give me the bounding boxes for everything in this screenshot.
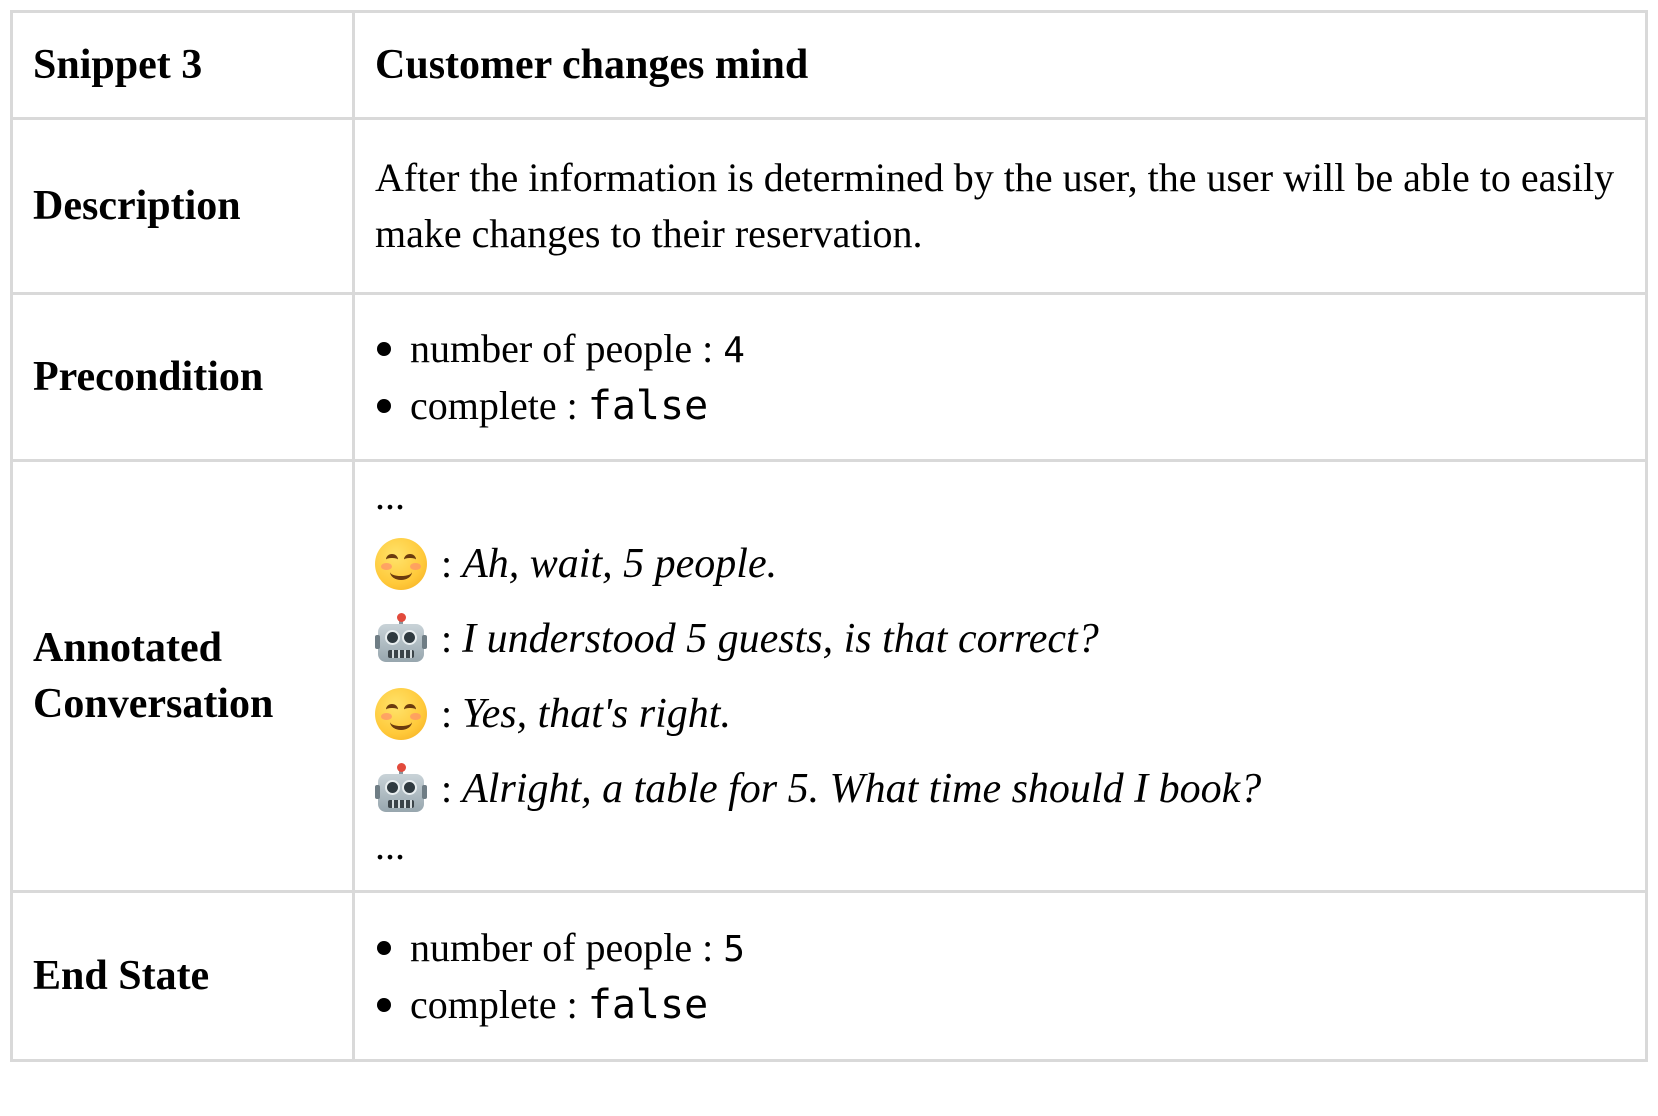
turn-sep: : [441, 615, 453, 661]
conversation-label-line2: Conversation [33, 681, 274, 727]
description-text: After the information is determined by t… [375, 155, 1615, 256]
description-row: Description After the information is det… [10, 117, 1648, 295]
ellipsis-bottom: ... [375, 823, 405, 868]
precondition-cell: number of people : 4 complete : false [352, 292, 1648, 462]
bullet-icon [377, 341, 391, 356]
precondition-item-complete: complete : false [375, 378, 1625, 434]
end-state-label: End State [33, 953, 210, 999]
snippet-label-cell: Snippet 3 [10, 10, 355, 120]
turn-text: I understood 5 guests, is that correct? [462, 615, 1099, 662]
description-label-cell: Description [10, 117, 355, 295]
item-value: 5 [723, 928, 745, 970]
turn-text: Alright, a table for 5. What time should… [462, 765, 1262, 812]
end-state-item-complete: complete : false [375, 977, 1625, 1033]
item-sep: : [702, 924, 714, 970]
snippet-title-cell: Customer changes mind [352, 10, 1648, 120]
description-label: Description [33, 183, 241, 229]
bullet-icon [377, 398, 391, 413]
conversation-label-cell: Annotated Conversation [10, 459, 355, 893]
precondition-list: number of people : 4 complete : false [375, 321, 1625, 434]
robot-icon [375, 612, 427, 665]
conversation-label-line1: Annotated [33, 625, 223, 671]
conversation-turn: : Yes, that's right. [375, 676, 1625, 751]
conversation-cell: ... : Ah, wait, 5 people. : I understood… [352, 459, 1648, 893]
item-key: number of people [410, 325, 693, 371]
turn-text: Yes, that's right. [462, 690, 731, 737]
item-key: number of people [410, 924, 693, 970]
precondition-label-cell: Precondition [10, 292, 355, 462]
bullet-icon [377, 940, 391, 955]
turn-sep: : [441, 765, 453, 811]
snippet-label: Snippet 3 [33, 42, 203, 88]
conversation-turn: : Ah, wait, 5 people. [375, 526, 1625, 601]
precondition-row: Precondition number of people : 4 comple… [10, 292, 1648, 462]
item-sep: : [566, 981, 578, 1027]
conversation-row: Annotated Conversation ... : Ah, wait, 5… [10, 459, 1648, 893]
end-state-label-cell: End State [10, 890, 355, 1062]
end-state-cell: number of people : 5 complete : false [352, 890, 1648, 1062]
conversation-turn: : Alright, a table for 5. What time shou… [375, 751, 1625, 826]
precondition-label: Precondition [33, 354, 264, 400]
item-sep: : [566, 382, 578, 428]
smiling-face-icon [375, 537, 427, 590]
bullet-icon [377, 997, 391, 1012]
item-key: complete [410, 382, 557, 428]
snippet-table: Snippet 3 Customer changes mind Descript… [10, 10, 1648, 1062]
title-row: Snippet 3 Customer changes mind [10, 10, 1648, 120]
end-state-item-people: number of people : 5 [375, 920, 1625, 977]
turn-text: Ah, wait, 5 people. [462, 540, 778, 587]
conversation-turn: : I understood 5 guests, is that correct… [375, 601, 1625, 676]
end-state-list: number of people : 5 complete : false [375, 920, 1625, 1033]
turn-sep: : [441, 690, 453, 736]
item-key: complete [410, 981, 557, 1027]
smiling-face-icon [375, 687, 427, 740]
item-sep: : [702, 325, 714, 371]
item-value: false [587, 382, 709, 429]
end-state-row: End State number of people : 5 complete … [10, 890, 1648, 1062]
ellipsis-top: ... [375, 473, 405, 518]
precondition-item-people: number of people : 4 [375, 321, 1625, 378]
turn-sep: : [441, 540, 453, 586]
description-cell: After the information is determined by t… [352, 117, 1648, 295]
item-value: false [587, 981, 709, 1028]
item-value: 4 [723, 329, 745, 371]
robot-icon [375, 762, 427, 815]
snippet-title: Customer changes mind [375, 42, 809, 88]
